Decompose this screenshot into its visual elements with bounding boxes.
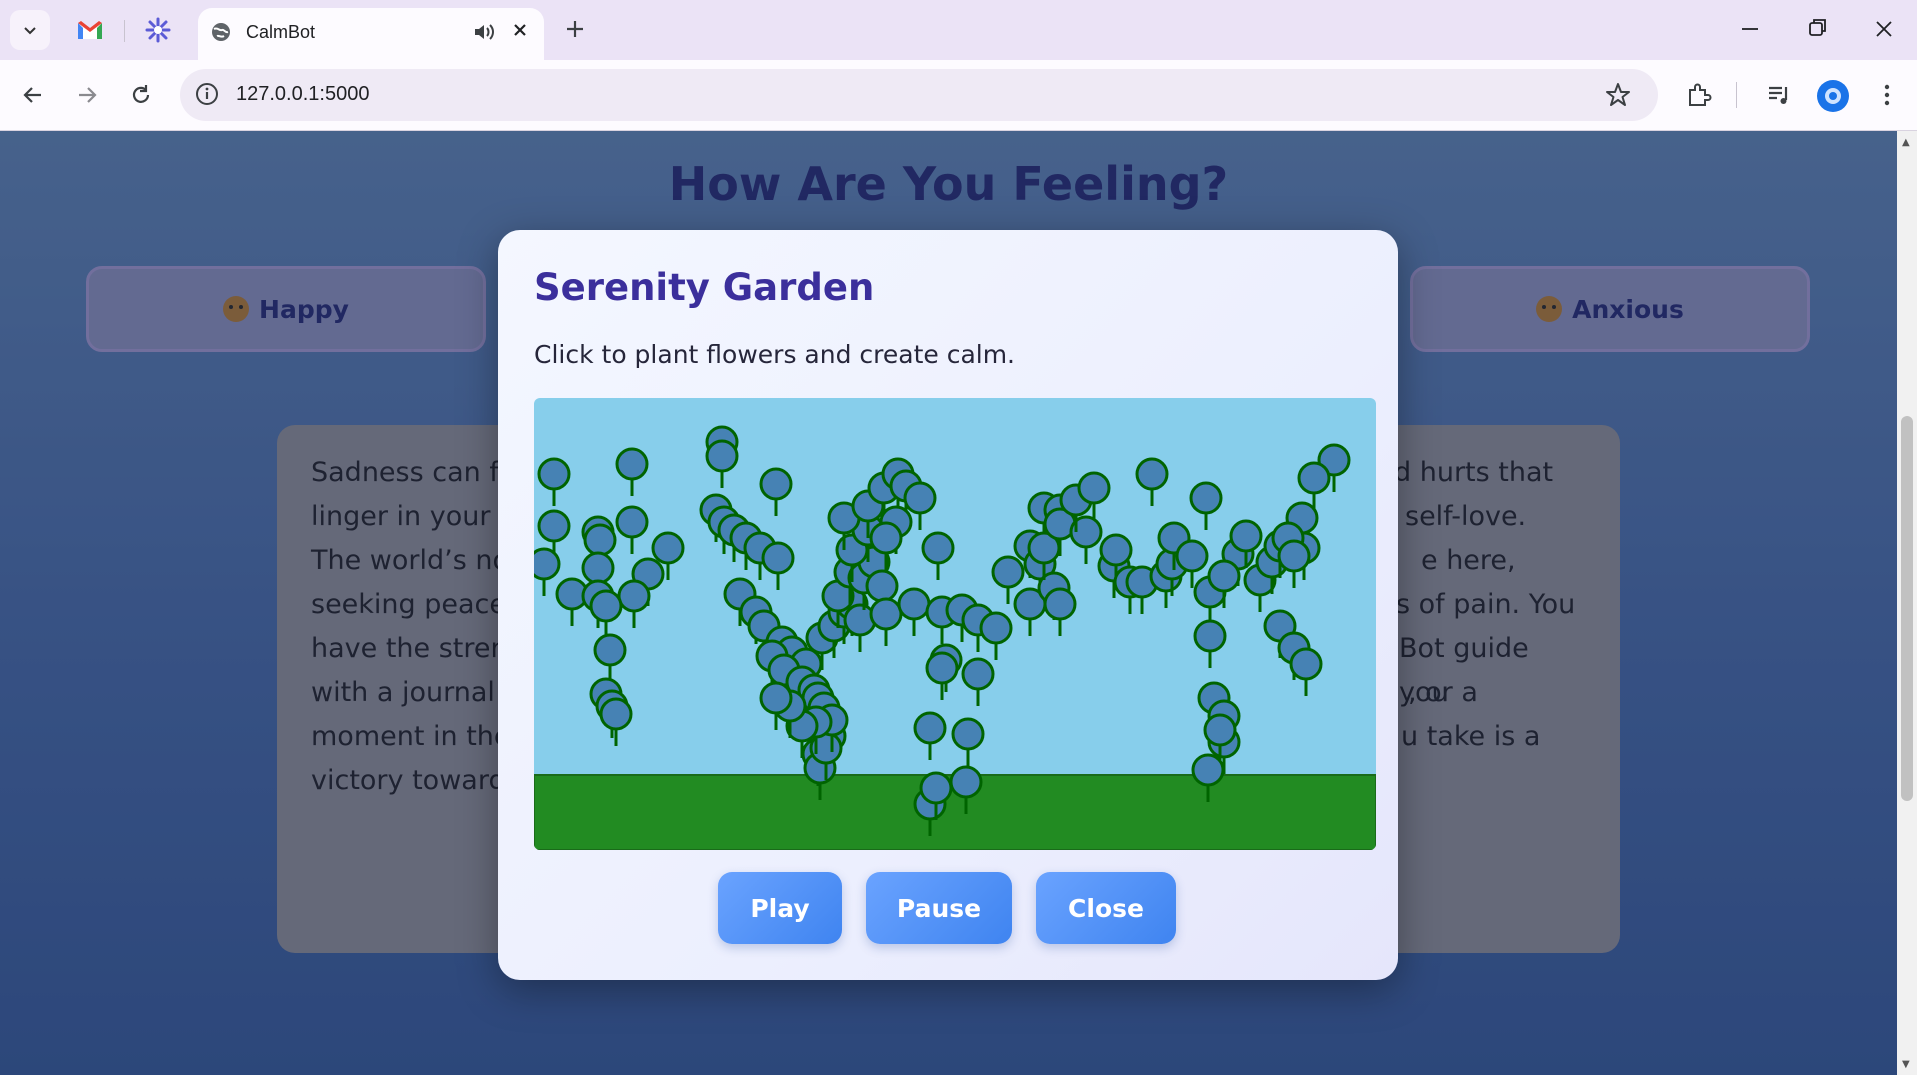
flower-head: [581, 551, 615, 585]
scroll-up-arrow-icon[interactable]: ▲: [1902, 137, 1910, 148]
flower-head: [1099, 533, 1133, 567]
flower-head: [869, 521, 903, 555]
flower-head: [1297, 461, 1331, 495]
site-info-icon[interactable]: [194, 81, 220, 107]
bookmark-star-icon[interactable]: [1604, 81, 1632, 109]
modal-title: Serenity Garden: [534, 266, 875, 309]
flower-head: [979, 611, 1013, 645]
flower-head: [1043, 587, 1077, 621]
garden-canvas[interactable]: [534, 398, 1376, 850]
flower-head: [1191, 753, 1225, 787]
flower-head: [1277, 539, 1311, 573]
tab-search-button[interactable]: [10, 10, 50, 50]
close-button[interactable]: Close: [1036, 872, 1176, 944]
restore-icon[interactable]: [1805, 14, 1829, 44]
play-button[interactable]: Play: [718, 872, 842, 944]
minimize-icon[interactable]: [1738, 14, 1762, 44]
arrow-right-icon: [79, 87, 97, 103]
modal-instructions: Click to plant flowers and create calm.: [534, 340, 1016, 369]
flower-head: [759, 681, 793, 715]
flower-head: [1203, 713, 1237, 747]
flower-head: [921, 531, 955, 565]
serenity-garden-modal: Serenity Garden Click to plant flowers a…: [498, 230, 1398, 980]
browser-menu-button[interactable]: [1872, 80, 1902, 110]
flower-head: [593, 633, 627, 667]
playlist-music-icon: [1769, 86, 1788, 104]
asterisk-flower-icon: [145, 17, 171, 43]
scrollbar-thumb[interactable]: [1901, 416, 1913, 801]
close-tab-icon[interactable]: [510, 20, 530, 40]
forward-button[interactable]: [72, 80, 102, 110]
flower-head: [761, 541, 795, 575]
scroll-down-arrow-icon[interactable]: ▼: [1902, 1059, 1910, 1070]
flower-head: [1207, 559, 1241, 593]
flower-head: [589, 589, 623, 623]
flower-head: [903, 481, 937, 515]
flower-head: [913, 711, 947, 745]
url-text[interactable]: 127.0.0.1:5000: [236, 83, 369, 106]
flower-head: [1189, 481, 1223, 515]
address-bar[interactable]: 127.0.0.1:5000: [180, 69, 1658, 121]
new-tab-plus-icon[interactable]: [560, 14, 590, 44]
tab-calmbot[interactable]: CalmBot: [198, 8, 544, 60]
arrow-left-icon: [23, 87, 41, 103]
flower-head: [583, 523, 617, 557]
flower-head: [615, 447, 649, 481]
flower-head: [615, 505, 649, 539]
flower-head: [1077, 471, 1111, 505]
profile-icon: [1825, 88, 1841, 104]
flower-head: [1193, 619, 1227, 653]
flower-head: [991, 555, 1025, 589]
flower-head: [599, 697, 633, 731]
flower-head: [537, 457, 571, 491]
profile-avatar[interactable]: [1817, 80, 1849, 112]
toolbar-divider: [1736, 82, 1737, 108]
flower-head: [951, 717, 985, 751]
reload-icon: [132, 85, 150, 103]
flower-head: [919, 771, 953, 805]
flower-head: [759, 467, 793, 501]
flower-head: [869, 597, 903, 631]
tab-divider: [124, 20, 125, 42]
pause-button[interactable]: Pause: [866, 872, 1012, 944]
extensions-button[interactable]: [1684, 80, 1714, 110]
flower-head: [651, 531, 685, 565]
flower-head: [1289, 647, 1323, 681]
gmail-icon: [78, 21, 102, 39]
flower-head: [617, 579, 651, 613]
garden-drawing: [534, 398, 1376, 850]
page-scrollbar[interactable]: ▲ ▼: [1897, 131, 1917, 1075]
speaker-icon[interactable]: [472, 20, 496, 44]
flower-head: [705, 439, 739, 473]
flower-head: [1135, 457, 1169, 491]
browser-tab-bar: CalmBot: [0, 0, 1917, 60]
tab-title: CalmBot: [246, 22, 316, 42]
flower-head: [534, 547, 561, 581]
flower-head: [961, 657, 995, 691]
flower-head: [865, 569, 899, 603]
chevron-down-icon: [24, 27, 36, 35]
reload-button[interactable]: [126, 80, 156, 110]
flower-head: [925, 651, 959, 685]
flower-head: [537, 509, 571, 543]
flower-head: [897, 587, 931, 621]
flower-head: [949, 765, 983, 799]
globe-icon: [212, 23, 230, 41]
pinned-tab-app[interactable]: [140, 12, 176, 48]
puzzle-piece-icon: [1689, 83, 1712, 106]
pinned-tab-gmail[interactable]: [72, 12, 108, 48]
browser-toolbar: 127.0.0.1:5000: [0, 60, 1917, 131]
flower-head: [1175, 539, 1209, 573]
close-window-icon[interactable]: [1872, 14, 1896, 44]
media-controls-button[interactable]: [1764, 80, 1794, 110]
back-button[interactable]: [18, 80, 48, 110]
flower-head: [1229, 519, 1263, 553]
kebab-menu-icon: [1884, 84, 1890, 106]
